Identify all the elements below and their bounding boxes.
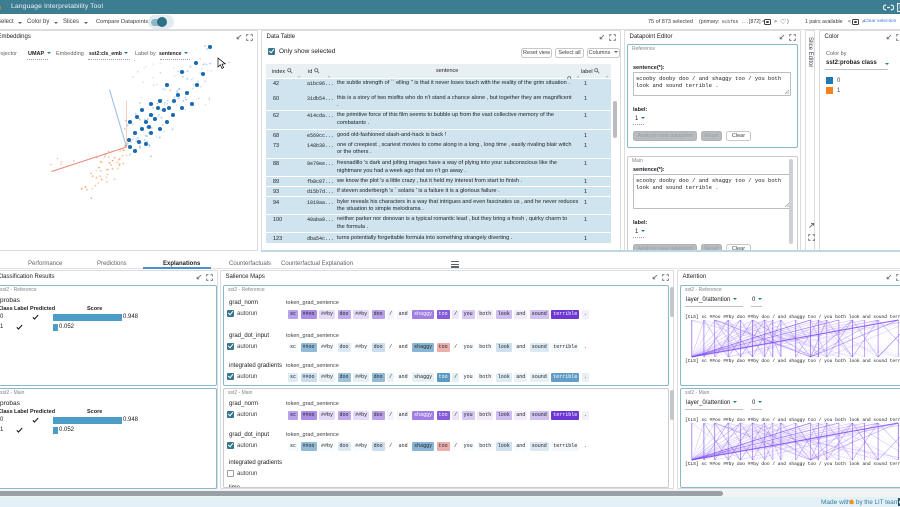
svg-text:[CLS] sc ##oo ##by doo ##by do: [CLS] sc ##oo ##by doo ##by doo / and sh… bbox=[685, 461, 900, 467]
svg-text:[CLS] sc ##oo ##by doo ##by do: [CLS] sc ##oo ##by doo ##by doo / and sh… bbox=[685, 314, 900, 320]
svg-text:[CLS] sc ##oo ##by doo ##by do: [CLS] sc ##oo ##by doo ##by doo / and sh… bbox=[685, 358, 900, 364]
svg-text:[CLS] sc ##oo ##by doo ##by do: [CLS] sc ##oo ##by doo ##by doo / and sh… bbox=[685, 417, 900, 423]
